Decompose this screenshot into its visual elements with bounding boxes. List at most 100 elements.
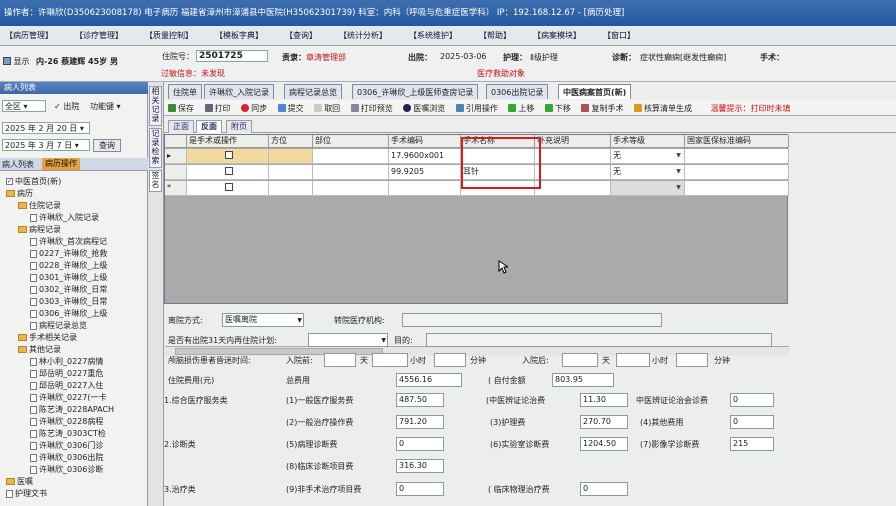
print-preview-button[interactable]: 打印预览 (350, 100, 393, 114)
tree-item[interactable]: ✓ 中医首页(新) (6, 176, 61, 187)
tree-item[interactable]: 0228_许琳欣_上级 (30, 260, 107, 271)
tree-item[interactable]: 许琳欣_首次病程记 (30, 236, 107, 247)
grid-cell-checkbox[interactable] (187, 165, 269, 180)
total-cost-input[interactable]: 4556.16 (396, 373, 462, 387)
tree-item[interactable]: 0303_许琳欣_日常 (30, 296, 107, 307)
vtab-record-search[interactable]: 记录检索 (149, 128, 162, 168)
tree-item[interactable]: 病程记录总览 (30, 320, 87, 331)
copy-surgery-button[interactable]: 复制手术 (581, 100, 623, 114)
tree-item[interactable]: 许琳欣_0306门诊 (30, 440, 103, 451)
move-up-button[interactable]: 上移 (508, 100, 534, 114)
grid-cell-code[interactable]: 17.9600x001 (389, 149, 461, 164)
grid-cell-note[interactable] (535, 149, 611, 164)
order-browse-button[interactable]: 医嘱浏览 (403, 100, 445, 114)
physio-fee-input[interactable]: 0 (580, 482, 628, 496)
coma-before-days[interactable] (324, 353, 356, 367)
tree-item[interactable]: 许琳欣_0227(一卡 (30, 392, 106, 403)
grid-cell-position[interactable] (269, 165, 313, 180)
grid-cell-level-select[interactable]: ▼ (611, 181, 685, 196)
tab-record-ops[interactable]: 病历操作 (42, 158, 80, 170)
coma-before-hours[interactable] (372, 353, 408, 367)
purpose-input[interactable] (426, 333, 772, 347)
grid-cell-code[interactable] (389, 181, 461, 196)
ward-filter-select[interactable]: 全区 ▾ (2, 100, 46, 112)
move-down-button[interactable]: 下移 (544, 100, 571, 114)
pathology-fee-input[interactable]: 0 (396, 437, 444, 451)
date-to-picker[interactable]: 2025 年 3 月 7 日 ▾ (2, 139, 90, 151)
menu-system[interactable]: 【系统维护】 (406, 26, 460, 41)
discharge-mode-select[interactable]: 医嘱离院 ▼ (222, 313, 304, 327)
save-button[interactable]: 保存 (168, 100, 194, 114)
tree-folder[interactable]: 医嘱 (6, 476, 33, 487)
query-button[interactable]: 查询 (93, 139, 121, 152)
sync-button[interactable]: 同步 (241, 100, 267, 114)
date-from-picker[interactable]: 2025 年 2 月 20 日 ▾ (2, 122, 90, 134)
tree-item[interactable]: 0302_许琳欣_日常 (30, 284, 107, 295)
grid-cell-checkbox[interactable] (187, 181, 269, 196)
tree-item[interactable]: 邱岳明_0227入住 (30, 380, 103, 391)
grid-cell-site[interactable] (313, 181, 389, 196)
menu-record-mgmt[interactable]: 【病历管理】 (2, 26, 56, 41)
menu-window[interactable]: 【窗口】 (600, 26, 638, 41)
tree-item[interactable]: 许琳欣_0306诊断 (30, 464, 103, 475)
retrieve-button[interactable]: 取回 (314, 100, 340, 114)
doctab-admission-record[interactable]: 许琳欣_入院记录 (204, 84, 274, 99)
doctab-senior-rounds[interactable]: 0306_许琳欣_上级医师查房记录 (352, 84, 479, 99)
menu-query[interactable]: 【查询】 (282, 26, 320, 41)
vtab-sign[interactable]: 签名 (149, 170, 162, 192)
menu-case-module[interactable]: 【病案模块】 (530, 26, 584, 41)
transfer-org-input[interactable] (402, 313, 662, 327)
nursing-fee-input[interactable]: 270.70 (580, 415, 628, 429)
function-key-button[interactable]: 功能键 ▾ (90, 101, 121, 112)
tree-folder[interactable]: 病程记录 (18, 224, 61, 235)
quote-op-button[interactable]: 引用操作 (455, 100, 498, 114)
tree-item[interactable]: 许琳欣_0228病程 (30, 416, 103, 427)
tree-item[interactable]: 许琳欣_入院记录 (30, 212, 99, 223)
discharged-radio[interactable]: ✓ 出院 (54, 101, 79, 112)
tree-folder[interactable]: 手术相关记录 (18, 332, 77, 343)
grid-cell-checkbox[interactable] (187, 149, 269, 164)
tree-item[interactable]: 许琳欣_0306出院 (30, 452, 103, 463)
tree-folder[interactable]: 病历 (6, 188, 33, 199)
menu-statistics[interactable]: 【统计分析】 (336, 26, 390, 41)
menu-help[interactable]: 【帮助】 (476, 26, 514, 41)
doctab-progress-overview[interactable]: 病程记录总览 (284, 84, 342, 99)
coma-after-hours[interactable] (616, 353, 650, 367)
print-button[interactable]: 打印 (204, 100, 231, 114)
coma-before-minutes[interactable] (434, 353, 466, 367)
doctab-admission-sheet[interactable]: 住院单 (168, 84, 202, 99)
vtab-related-records[interactable]: 相关记录 (149, 86, 162, 126)
menu-quality-control[interactable]: 【质量控制】 (142, 26, 196, 41)
tree-item[interactable]: 护理文书 (6, 488, 47, 499)
imaging-fee-input[interactable]: 215 (730, 437, 774, 451)
subtab-back[interactable]: 反面 (196, 120, 222, 133)
submit-button[interactable]: 提交 (277, 100, 304, 114)
tree-item[interactable]: 陈艺涛_0228APACH (30, 404, 114, 415)
tcm-consult-fee-input[interactable]: 0 (730, 393, 774, 407)
general-treatment-fee-input[interactable]: 791.20 (396, 415, 444, 429)
grid-cell-insurance[interactable] (685, 149, 789, 164)
grid-cell-code[interactable]: 99.9205 (389, 165, 461, 180)
other-fee-input[interactable]: 0 (730, 415, 774, 429)
grid-cell-site[interactable] (313, 165, 389, 180)
subtab-front[interactable]: 正面 (168, 120, 194, 133)
tree-folder[interactable]: 其他记录 (18, 344, 61, 355)
readmit-select[interactable]: ▼ (308, 333, 388, 347)
self-pay-input[interactable]: 803.95 (552, 373, 614, 387)
subtab-appendix[interactable]: 附页 (226, 120, 252, 133)
show-checkbox[interactable]: 显示 (3, 56, 30, 67)
grid-cell-site[interactable] (313, 149, 389, 164)
general-service-fee-input[interactable]: 487.50 (396, 393, 444, 407)
non-surgical-fee-input[interactable]: 0 (396, 482, 444, 496)
coma-after-minutes[interactable] (676, 353, 708, 367)
grid-cell-note[interactable] (535, 165, 611, 180)
clinical-diagnosis-fee-input[interactable]: 316.30 (396, 459, 444, 473)
grid-cell-note[interactable] (535, 181, 611, 196)
grid-cell-level-select[interactable]: 无 ▼ (611, 165, 685, 180)
tcm-diagnosis-fee-input[interactable]: 11.30 (580, 393, 628, 407)
grid-cell-insurance[interactable] (685, 181, 789, 196)
doctab-discharge-record[interactable]: 0306出院记录 (486, 84, 549, 99)
coma-after-days[interactable] (562, 353, 598, 367)
bill-generate-button[interactable]: 核算清单生成 (634, 100, 692, 114)
menu-treatment-mgmt[interactable]: 【诊疗管理】 (72, 26, 126, 41)
